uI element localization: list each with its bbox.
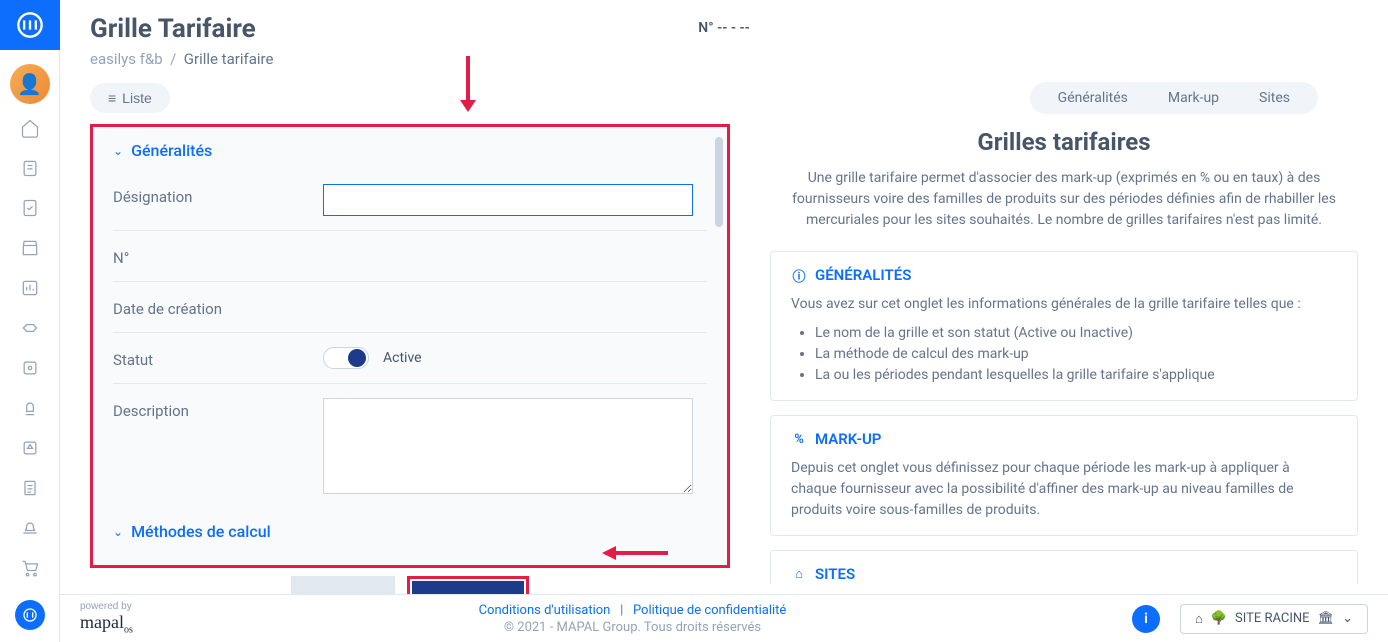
numero-label: N° xyxy=(113,245,323,267)
home-outline-icon: ⌂ xyxy=(1195,611,1203,627)
help-icon[interactable]: i xyxy=(1132,605,1160,633)
date-label: Date de création xyxy=(113,296,323,318)
cancel-button[interactable]: Annuler xyxy=(291,576,395,594)
app-badge-icon[interactable] xyxy=(15,600,45,630)
site-selector[interactable]: ⌂ 🌳 SITE RACINE 🏛 ⌄ xyxy=(1180,604,1368,634)
info-icon: ⓘ xyxy=(791,267,807,283)
info-card-markup: %MARK-UP Depuis cet onglet vous définiss… xyxy=(770,415,1358,536)
description-input[interactable] xyxy=(323,398,693,494)
breadcrumb: easilys f&b / Grille tarifaire xyxy=(90,50,513,68)
statut-toggle[interactable] xyxy=(323,347,369,369)
chevron-down-icon: ⌄ xyxy=(1342,611,1353,626)
statut-label: Statut xyxy=(113,347,323,369)
home-solid-icon: ⌂ xyxy=(791,566,807,582)
user-avatar[interactable]: 👤 xyxy=(10,64,50,104)
copyright: © 2021 - MAPAL Group. Tous droits réserv… xyxy=(153,620,1112,635)
handshake-icon[interactable] xyxy=(10,312,50,344)
designation-label: Désignation xyxy=(113,184,323,206)
info-card-generalites: ⓘGÉNÉRALITÉS Vous avez sur cet onglet le… xyxy=(770,251,1358,401)
sidebar: 👤 xyxy=(0,0,60,642)
list-button[interactable]: ≡ Liste xyxy=(90,83,170,113)
save-button[interactable]: Enregistrer xyxy=(412,581,524,594)
breadcrumb-root[interactable]: easilys f&b xyxy=(90,50,163,68)
terms-link[interactable]: Conditions d'utilisation xyxy=(479,603,611,618)
page-title: Grille Tarifaire xyxy=(90,14,513,44)
info-card-sites: ⌂SITES Depuis cet onglet vous choisissez… xyxy=(770,550,1358,584)
form-panel: ⌄ Généralités Désignation N° xyxy=(90,124,730,568)
tab-markup[interactable]: Mark-up xyxy=(1168,90,1219,106)
breadcrumb-current: Grille tarifaire xyxy=(184,50,274,68)
info-title: Grilles tarifaires xyxy=(770,128,1358,156)
tree-icon: 🌳 xyxy=(1211,611,1227,626)
cart-icon[interactable] xyxy=(10,552,50,584)
tabs: Généralités Mark-up Sites xyxy=(1030,82,1318,114)
tab-generalites[interactable]: Généralités xyxy=(1058,90,1128,106)
footer: powered by mapalos Conditions d'utilisat… xyxy=(60,594,1388,642)
chevron-down-icon: ⌄ xyxy=(113,144,123,158)
checklist-icon[interactable] xyxy=(10,192,50,224)
store-icon[interactable] xyxy=(10,232,50,264)
distribution-icon[interactable] xyxy=(10,432,50,464)
app-logo[interactable] xyxy=(0,0,60,50)
statut-value: Active xyxy=(383,350,422,366)
info-panel: Grilles tarifaires Une grille tarifaire … xyxy=(770,124,1358,584)
report-icon[interactable] xyxy=(10,272,50,304)
home-icon[interactable] xyxy=(10,112,50,144)
reference-number: N° -- - -- xyxy=(513,14,936,36)
document-icon[interactable] xyxy=(10,472,50,504)
building-icon: 🏛 xyxy=(1318,611,1335,626)
scrollbar-thumb[interactable] xyxy=(715,137,723,227)
bell-icon[interactable] xyxy=(10,512,50,544)
section-header-general[interactable]: ⌄ Généralités xyxy=(113,141,707,160)
chevron-down-icon: ⌄ xyxy=(113,525,123,539)
section-header-methods[interactable]: ⌄ Méthodes de calcul xyxy=(113,522,707,541)
header: Grille Tarifaire easilys f&b / Grille ta… xyxy=(60,0,1388,74)
description-label: Description xyxy=(113,398,323,420)
brand-logo: powered by mapalos xyxy=(80,601,133,636)
designation-input[interactable] xyxy=(323,184,693,216)
list-icon: ≡ xyxy=(108,90,116,106)
info-intro: Une grille tarifaire permet d'associer d… xyxy=(770,168,1358,231)
percent-icon: % xyxy=(791,431,807,447)
clipboard-icon[interactable] xyxy=(10,152,50,184)
tab-sites[interactable]: Sites xyxy=(1259,90,1290,106)
chef-icon[interactable] xyxy=(10,392,50,424)
privacy-link[interactable]: Politique de confidentialité xyxy=(633,603,786,618)
catalog-icon[interactable] xyxy=(10,352,50,384)
save-button-highlight: Enregistrer xyxy=(407,576,529,594)
